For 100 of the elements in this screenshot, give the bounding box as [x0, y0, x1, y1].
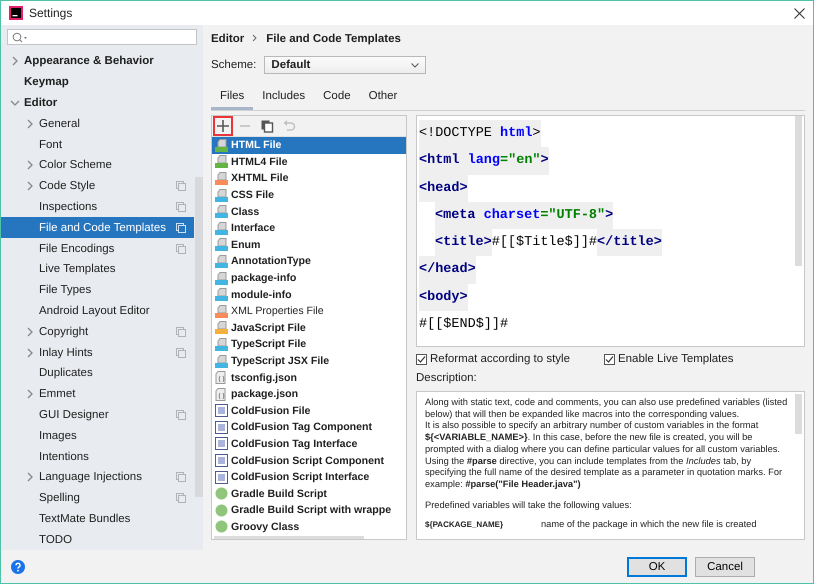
- sidebar-item[interactable]: File Encodings: [1, 238, 194, 259]
- search-icon: [12, 32, 28, 42]
- ok-button[interactable]: OK: [627, 556, 687, 576]
- variable-name: ${PACKAGE_NAME}: [425, 519, 504, 532]
- copy-icon: [176, 222, 186, 233]
- template-item[interactable]: package.json: [212, 386, 406, 402]
- template-item[interactable]: TypeScript JSX File: [212, 352, 406, 370]
- tab[interactable]: Includes: [253, 86, 314, 110]
- sidebar-item[interactable]: TextMate Bundles: [1, 508, 194, 530]
- sidebar-item[interactable]: Copyright: [1, 321, 194, 342]
- search-field[interactable]: [7, 29, 197, 45]
- template-item[interactable]: TypeScript File: [212, 336, 406, 353]
- copy-icon: [176, 410, 186, 420]
- template-item[interactable]: ColdFusion Tag Interface: [212, 436, 406, 452]
- sidebar-item[interactable]: Live Templates: [1, 258, 194, 280]
- sidebar-item[interactable]: Color Scheme: [1, 154, 194, 176]
- template-item[interactable]: module-info: [212, 286, 406, 303]
- checkmark-icon: [417, 354, 426, 364]
- file-type-icon: [215, 172, 228, 185]
- description-text: Using the #parse directive, you can include templates from the Includes tab, by specifying the full name of the desired template as a parameter in quotation marks. For example: #parse("File Header.java"): [425, 456, 784, 491]
- close-icon[interactable]: [794, 8, 805, 18]
- template-item[interactable]: CSS File: [212, 186, 406, 204]
- template-item[interactable]: Gradle Build Script: [212, 485, 406, 502]
- template-item[interactable]: XML Properties File: [212, 302, 406, 320]
- sidebar-item[interactable]: Appearance & Behavior: [1, 51, 194, 72]
- dropdown-caret-icon: [411, 62, 420, 68]
- file-type-icon: [215, 420, 228, 434]
- scrollbar[interactable]: [795, 116, 802, 266]
- tab[interactable]: Other: [360, 86, 406, 110]
- code-editor[interactable]: <!DOCTYPE html> <html lang="en"> <head> <meta charset="UTF-8"> <title>#[[$Title$]]#</title> </head> <body> #[[$END$]]#: [416, 115, 805, 347]
- help-icon[interactable]: [11, 560, 25, 574]
- template-item[interactable]: XHTML File: [212, 170, 406, 187]
- sidebar-item[interactable]: Code Style: [1, 176, 194, 197]
- sidebar-item[interactable]: Android Layout Editor: [1, 300, 194, 322]
- template-item[interactable]: ColdFusion Script Interface: [212, 468, 406, 486]
- template-item[interactable]: Enum: [212, 236, 406, 254]
- template-item[interactable]: JavaScript File: [212, 320, 406, 336]
- variable-description: name of the package in which the new file is created: [541, 519, 757, 532]
- tab[interactable]: Code: [314, 86, 360, 110]
- file-type-icon: [215, 254, 228, 268]
- sidebar-item[interactable]: Keymap: [1, 72, 194, 93]
- sidebar-item[interactable]: GUI Designer: [1, 404, 194, 426]
- copy-icon: [176, 493, 186, 504]
- checkmark-icon: [604, 354, 614, 364]
- template-item[interactable]: ColdFusion Tag Component: [212, 419, 406, 436]
- file-type-icon: [215, 437, 228, 450]
- file-type-icon: [215, 388, 228, 401]
- scheme-dropdown[interactable]: Default: [264, 56, 426, 74]
- sidebar-item[interactable]: Inlay Hints: [1, 342, 194, 363]
- code-line: <html lang="en">: [419, 147, 549, 175]
- template-item[interactable]: ColdFusion Script Component: [212, 452, 406, 469]
- reset-icon: [282, 119, 296, 133]
- scrollbar[interactable]: [195, 177, 203, 497]
- cancel-button[interactable]: Cancel: [695, 556, 755, 576]
- copy-icon: [176, 326, 186, 337]
- file-type-icon: [215, 288, 228, 302]
- file-type-icon: [215, 188, 228, 202]
- template-item[interactable]: Class: [212, 203, 406, 220]
- template-item[interactable]: package-info: [212, 270, 406, 286]
- sidebar-item[interactable]: Duplicates: [1, 362, 194, 384]
- sidebar-item[interactable]: Images: [1, 425, 194, 446]
- sidebar-item[interactable]: General: [1, 113, 194, 134]
- template-item[interactable]: HTML4 File: [212, 154, 406, 170]
- file-type-icon: [215, 338, 228, 351]
- file-type-icon: [215, 155, 228, 168]
- description-label: Description:: [416, 372, 478, 386]
- file-type-icon: [215, 238, 228, 252]
- sidebar-item[interactable]: TODO: [1, 529, 194, 550]
- sidebar-item[interactable]: Editor: [1, 92, 194, 114]
- template-item[interactable]: ColdFusion File: [212, 402, 406, 420]
- sidebar-item[interactable]: File and Code Templates: [1, 217, 194, 238]
- template-item[interactable]: Interface: [212, 220, 406, 237]
- description-text: Predefined variables will take the following values:: [425, 500, 633, 512]
- app-logo-icon: [9, 6, 23, 20]
- scrollbar[interactable]: [795, 394, 802, 434]
- file-type-icon: [215, 487, 228, 500]
- add-button[interactable]: [213, 116, 233, 136]
- sidebar-item[interactable]: File Types: [1, 280, 194, 301]
- file-type-icon: [215, 304, 228, 318]
- add-icon: [216, 119, 230, 133]
- file-type-icon: [215, 520, 228, 534]
- sidebar-item[interactable]: Emmet: [1, 384, 194, 405]
- file-type-icon: [215, 404, 228, 418]
- sidebar-item[interactable]: Intentions: [1, 446, 194, 467]
- sidebar-item[interactable]: Language Injections: [1, 466, 194, 488]
- sidebar-item[interactable]: Inspections: [1, 196, 194, 218]
- tab[interactable]: Files: [211, 86, 254, 110]
- sidebar-item[interactable]: Font: [1, 134, 194, 155]
- template-item[interactable]: tsconfig.json: [212, 369, 406, 386]
- template-item[interactable]: HTML File: [212, 137, 406, 154]
- file-type-icon: [215, 138, 228, 152]
- template-item[interactable]: AnnotationType: [212, 253, 406, 270]
- sidebar-item[interactable]: Spelling: [1, 488, 194, 509]
- copy-icon: [176, 472, 186, 482]
- template-item[interactable]: Groovy Class: [212, 518, 406, 536]
- description-text: It is also possible to specify an arbitrary number of custom variables in the format ${<VARIABLE_NAME>}. In this case, before the new file is created, you will be prompted with a dialog where you can define particular values for all custom variables.: [425, 420, 782, 456]
- template-item[interactable]: Gradle Build Script with wrappe: [212, 502, 406, 519]
- code-line: <!DOCTYPE html>: [419, 120, 541, 148]
- file-type-icon: [215, 454, 228, 468]
- scrollbar[interactable]: [214, 536, 364, 539]
